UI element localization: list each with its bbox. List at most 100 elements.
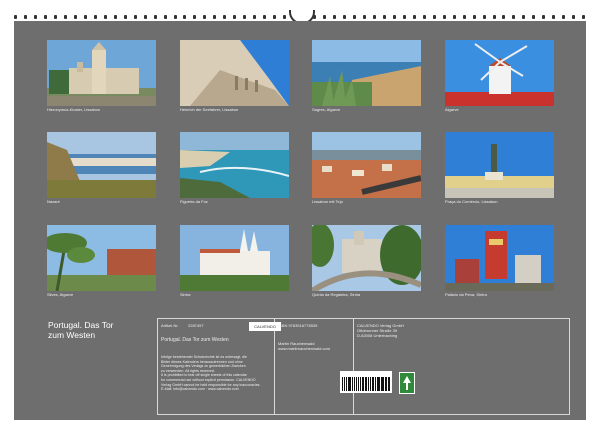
barcode-bar bbox=[352, 377, 353, 391]
binding-hole bbox=[53, 15, 57, 19]
barcode-bar bbox=[368, 377, 370, 391]
barcode-bar bbox=[384, 377, 386, 391]
barcode-bar bbox=[366, 377, 368, 391]
binding-hole bbox=[203, 15, 207, 19]
binding-hole bbox=[323, 15, 327, 19]
binding-hole bbox=[572, 15, 576, 19]
binding-hole bbox=[143, 15, 147, 19]
photo-caption: Heinrich der Seefahrer, Lissabon bbox=[180, 107, 239, 112]
binding-hole bbox=[103, 15, 107, 19]
photo-sagres bbox=[312, 40, 421, 106]
binding-hole bbox=[63, 15, 67, 19]
binding-hole bbox=[23, 15, 27, 19]
binding-hole bbox=[352, 15, 356, 19]
binding-hole bbox=[462, 15, 466, 19]
binding-hole bbox=[422, 15, 426, 19]
binding-hole bbox=[113, 15, 117, 19]
photo-lissabon-tejo bbox=[312, 132, 421, 198]
photo-figueira-da-foz bbox=[180, 132, 289, 198]
photo-nazare bbox=[47, 132, 156, 198]
binding-hole bbox=[333, 15, 336, 19]
binding-hole bbox=[552, 15, 556, 19]
barcode-bar bbox=[357, 377, 359, 391]
binding-hole bbox=[372, 15, 376, 19]
barcode-bar bbox=[347, 377, 349, 391]
barcode-bar bbox=[356, 377, 357, 391]
binding-hole bbox=[133, 15, 137, 19]
binding-hole bbox=[14, 15, 17, 19]
photo-quinta-da-regaleira bbox=[312, 225, 421, 291]
binding-hole bbox=[502, 15, 506, 19]
calendar-binding bbox=[0, 0, 600, 24]
photo-caption: Quinta da Regaleira, Sintra bbox=[312, 292, 361, 297]
barcode-bar bbox=[387, 377, 390, 391]
binding-hole bbox=[263, 15, 267, 19]
binding-hole bbox=[123, 15, 127, 19]
info-panel: Artikel-Nr. 2287497 CALVENDO Portugal. D… bbox=[157, 318, 570, 415]
photo-silves bbox=[47, 225, 156, 291]
barcode-bar bbox=[349, 377, 352, 391]
calendar-title: Portugal. Das Tor zum Westen bbox=[48, 320, 143, 340]
photo-caption: Sagres, Algarve bbox=[312, 107, 341, 112]
binding-hole bbox=[183, 15, 187, 19]
binding-hole bbox=[452, 15, 456, 19]
photo-caption: Sintra bbox=[180, 292, 191, 297]
binding-hole bbox=[532, 15, 536, 19]
calendar-name: Portugal. Das Tor zum Westen bbox=[161, 337, 229, 343]
binding-hole bbox=[402, 15, 406, 19]
isbn: ISBN 9783516778539 bbox=[278, 323, 318, 328]
barcode-bar bbox=[380, 377, 382, 391]
photo-caption: Silves, Algarve bbox=[47, 292, 74, 297]
barcode-bar bbox=[376, 377, 378, 391]
binding-hole bbox=[33, 15, 37, 19]
binding-hole bbox=[83, 15, 87, 19]
barcode-bar bbox=[345, 377, 347, 391]
binding-hole bbox=[173, 15, 177, 19]
barcode-bar bbox=[382, 377, 384, 391]
photo-palacio-da-pena bbox=[445, 225, 554, 291]
binding-hole bbox=[193, 15, 197, 19]
binding-hole bbox=[43, 15, 47, 19]
photo-caption: Palácio da Pena, Sintra bbox=[445, 292, 487, 297]
barcode-bar bbox=[386, 377, 387, 391]
photo-caption: Hieronymus-Kloster, Lissabon bbox=[47, 107, 101, 112]
barcode-bar bbox=[378, 377, 380, 391]
disclaimer-line: E-Mail: info@calvendo.com · www.calvendo… bbox=[161, 387, 239, 392]
barcode-bar bbox=[342, 377, 343, 391]
photo-caption: Nazaré bbox=[47, 199, 60, 204]
photo-sintra bbox=[180, 225, 289, 291]
barcode-bar bbox=[343, 377, 345, 391]
article-label: Artikel-Nr. bbox=[161, 323, 179, 328]
binding-hole bbox=[243, 15, 247, 19]
binding-hole bbox=[542, 15, 546, 19]
publisher-city: D-82008 Unterhaching bbox=[357, 333, 398, 338]
binding-hole bbox=[73, 15, 77, 19]
binding-hole bbox=[492, 15, 496, 19]
barcode-bar bbox=[364, 377, 366, 391]
photo-hieronymus-kloster bbox=[47, 40, 156, 106]
binding-hole bbox=[233, 15, 237, 19]
binding-hole bbox=[522, 15, 526, 19]
fsc-icon bbox=[399, 372, 415, 394]
binding-hole bbox=[472, 15, 476, 19]
binding-hole bbox=[342, 15, 346, 19]
binding-hole bbox=[273, 15, 277, 19]
article-number: 2287497 bbox=[188, 323, 204, 328]
author-website: www.martinrauchenwald.com bbox=[278, 346, 331, 351]
title-line-2: zum Westen bbox=[48, 330, 96, 340]
barcode-bar bbox=[353, 377, 356, 391]
binding-hole bbox=[382, 15, 386, 19]
binding-hole bbox=[392, 15, 396, 19]
info-column-middle: ISBN 9783516778539 Martin Rauchenwald ww… bbox=[275, 319, 354, 414]
binding-hole bbox=[362, 15, 366, 19]
barcode-bar bbox=[372, 377, 375, 391]
photo-caption: Figueira da Foz bbox=[180, 199, 208, 204]
photo-windmill bbox=[445, 40, 554, 106]
info-column-right: CALVENDO Verlag GmbH Ottobrunner Straße … bbox=[354, 319, 568, 414]
binding-hole bbox=[93, 15, 97, 19]
barcode bbox=[340, 371, 392, 393]
barcode-bar bbox=[375, 377, 376, 391]
info-column-left: Artikel-Nr. 2287497 CALVENDO Portugal. D… bbox=[158, 319, 281, 414]
binding-hole bbox=[512, 15, 516, 19]
binding-hole bbox=[283, 15, 287, 19]
